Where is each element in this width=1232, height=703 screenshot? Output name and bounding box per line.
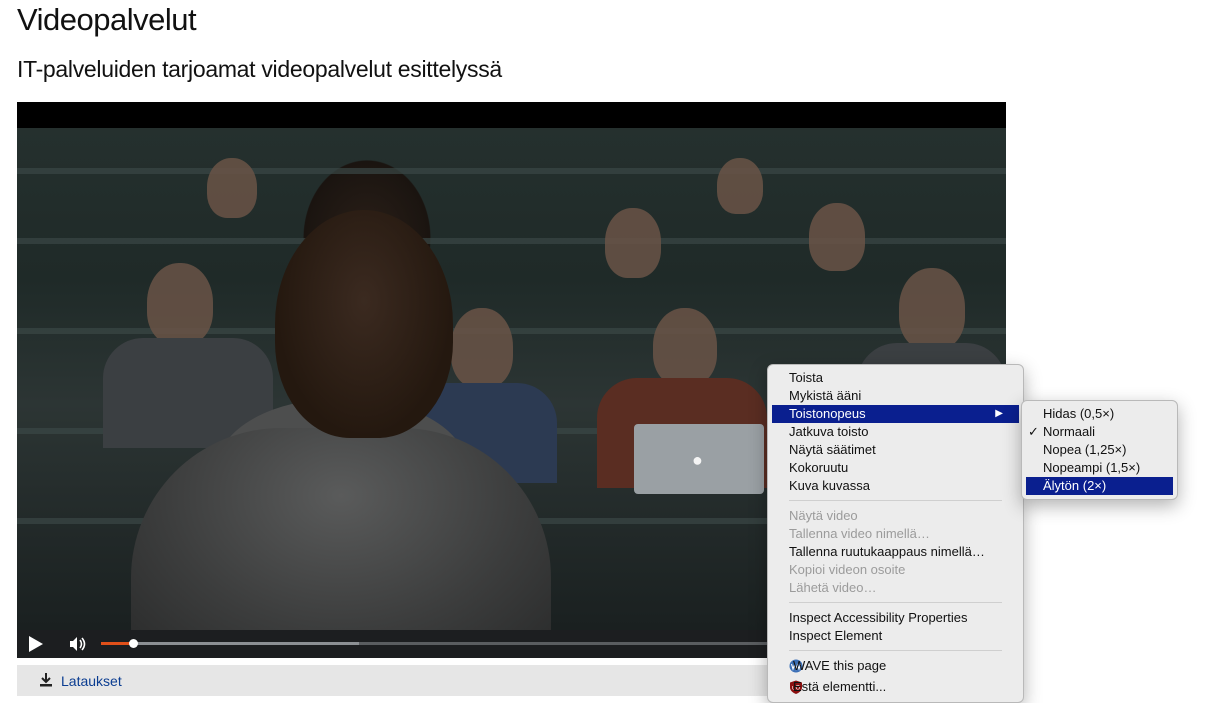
context-menu-item[interactable]: Inspect Element [772, 627, 1019, 645]
context-menu-item[interactable]: WAVE this page [772, 657, 1019, 675]
progress-played [101, 642, 132, 645]
context-menu-item-label: Mykistä ääni [789, 388, 862, 403]
context-menu-item-label: Toistonopeus [789, 406, 866, 421]
page-subtitle: IT-palveluiden tarjoamat videopalvelut e… [17, 56, 502, 82]
context-menu-item[interactable]: Mykistä ääni [772, 387, 1019, 405]
submenu-arrow-icon: ▶ [995, 408, 1003, 419]
speed-option-label: Hidas (0,5×) [1043, 406, 1115, 421]
context-menu-item-label: Näytä video [789, 508, 858, 523]
speed-option[interactable]: Älytön (2×) [1026, 477, 1173, 495]
context-menu-item[interactable]: Kuva kuvassa [772, 477, 1019, 495]
context-menu-item-label: Jatkuva toisto [789, 424, 869, 439]
menu-separator [789, 500, 1002, 501]
context-menu-item[interactable]: uO Estä elementti... [772, 678, 1019, 696]
presenter-body [131, 428, 551, 654]
progress-thumb[interactable] [129, 639, 139, 648]
menu-separator [789, 650, 1002, 651]
context-menu-item-label: Tallenna video nimellä… [789, 526, 930, 541]
speed-option[interactable]: Nopea (1,25×) [1026, 441, 1173, 459]
speed-submenu: Hidas (0,5×) ✓ Normaali Nopea (1,25×) Nopeam… [1021, 400, 1178, 500]
context-menu-item-label: Lähetä video… [789, 580, 877, 595]
context-menu-item[interactable]: Toistonopeus ▶ [772, 405, 1019, 423]
context-menu-item-label: Toista [789, 370, 823, 385]
context-menu-item[interactable]: Tallenna ruutukaappaus nimellä… [772, 543, 1019, 561]
context-menu-item-label: Inspect Element [789, 628, 883, 643]
speed-option-label: Nopeampi (1,5×) [1043, 460, 1141, 475]
speed-option-label: Nopea (1,25×) [1043, 442, 1127, 457]
progress-buffered [101, 642, 359, 645]
context-menu-item: Näytä video [772, 507, 1019, 525]
speed-option-label: Normaali [1043, 424, 1096, 439]
context-menu-item: Kopioi videon osoite [772, 561, 1019, 579]
context-menu-item: Tallenna video nimellä… [772, 525, 1019, 543]
context-menu-item[interactable]: Inspect Accessibility Properties [772, 609, 1019, 627]
laptop: ● [634, 424, 764, 494]
context-menu-item-label: Tallenna ruutukaappaus nimellä… [789, 544, 985, 559]
context-menu-item: Lähetä video… [772, 579, 1019, 597]
presenter-head [275, 210, 453, 438]
context-menu-item-label: Näytä säätimet [789, 442, 876, 457]
context-menu-item-label: Inspect Accessibility Properties [789, 610, 968, 625]
downloads-link[interactable]: Lataukset [61, 673, 122, 689]
menu-separator [789, 602, 1002, 603]
context-menu-item[interactable]: Näytä säätimet [772, 441, 1019, 459]
context-menu-item-label: Kopioi videon osoite [789, 562, 906, 577]
context-menu-item-label: Estä elementti... [793, 679, 887, 694]
page-title: Videopalvelut [17, 2, 197, 37]
speed-option[interactable]: Hidas (0,5×) [1026, 405, 1173, 423]
context-menu-item-label: Kokoruutu [789, 460, 849, 475]
speed-option-label: Älytön (2×) [1043, 478, 1107, 493]
context-menu-item-label: WAVE this page [793, 658, 887, 673]
play-icon[interactable] [29, 636, 43, 652]
context-menu-item[interactable]: Toista [772, 369, 1019, 387]
speed-option[interactable]: Nopeampi (1,5×) [1026, 459, 1173, 477]
checkmark-icon: ✓ [1028, 424, 1039, 439]
speed-option[interactable]: ✓ Normaali [1026, 423, 1173, 441]
context-menu: Toista Mykistä ääni Toistonopeus ▶ Jatkuva t… [767, 364, 1024, 703]
apple-logo-icon: ● [692, 450, 703, 470]
context-menu-item[interactable]: Jatkuva toisto [772, 423, 1019, 441]
download-icon [40, 673, 52, 687]
context-menu-item-label: Kuva kuvassa [789, 478, 870, 493]
volume-icon[interactable] [67, 634, 87, 654]
context-menu-item[interactable]: Kokoruutu [772, 459, 1019, 477]
